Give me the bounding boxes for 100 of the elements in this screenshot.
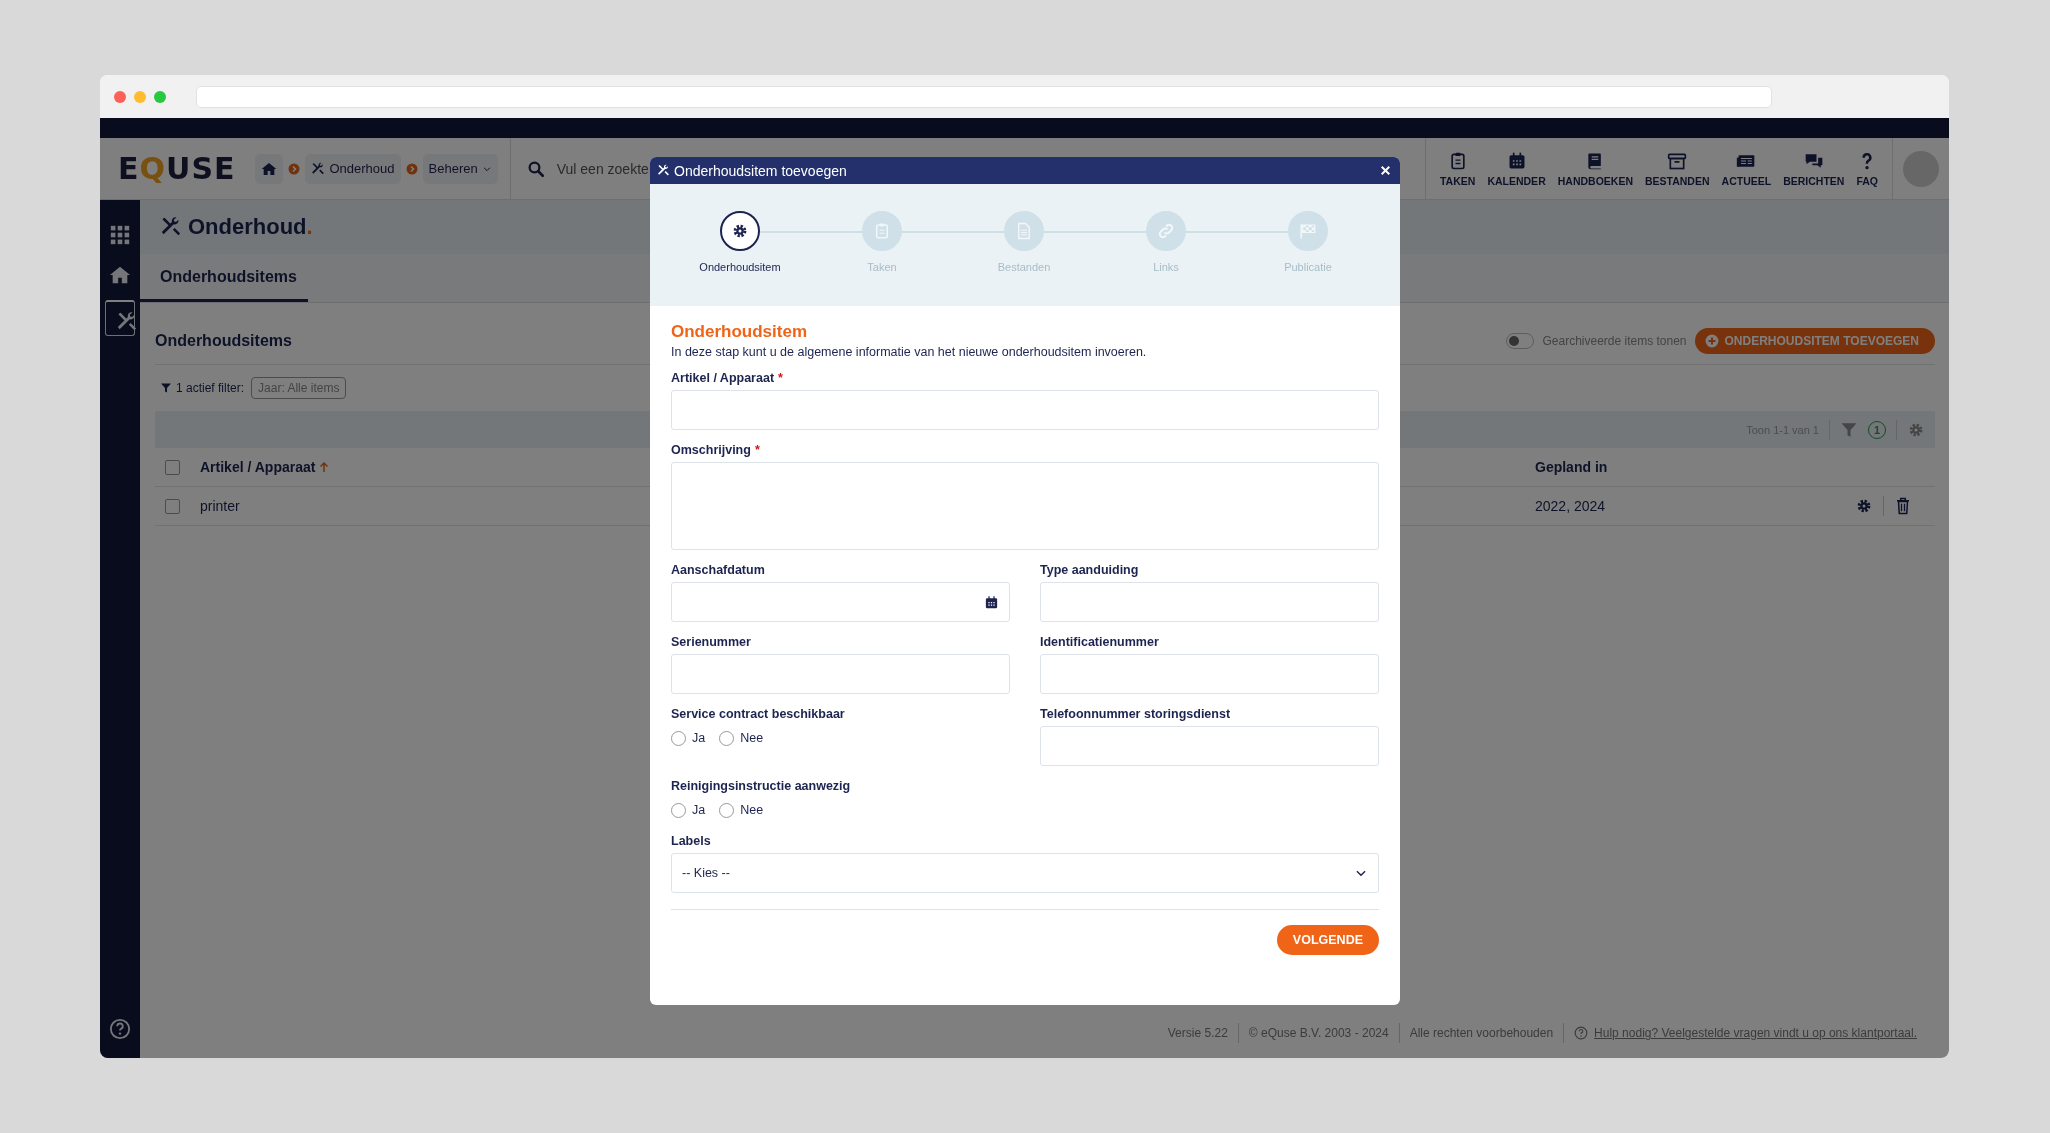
required-mark: *: [778, 371, 783, 385]
address-bar[interactable]: [196, 85, 1772, 108]
input-field[interactable]: [671, 390, 1379, 430]
step-label: Publicatie: [1284, 261, 1332, 273]
settings-button[interactable]: [1855, 497, 1873, 515]
tools-icon: [311, 161, 326, 176]
input-field[interactable]: [671, 654, 1010, 694]
tools-icon: [160, 216, 182, 238]
logo-text[interactable]: E: [118, 151, 140, 186]
search-field[interactable]: Vul een zoekte: [554, 159, 655, 178]
field-label: Labels: [671, 834, 711, 848]
checkbox[interactable]: [165, 498, 180, 514]
intro-text: In deze stap kunt u de algemene informatie van het nieuwe onderhoudsitem invoeren.: [671, 345, 1148, 359]
settings-icon: [731, 222, 749, 240]
dropdown-button[interactable]: Beheren: [422, 153, 498, 184]
field-label: Omschrijving: [671, 443, 751, 457]
select-field[interactable]: -- Kies --: [671, 853, 1379, 893]
field-label: Serienummer: [671, 635, 751, 649]
sidebar-item[interactable]: [105, 300, 135, 336]
add-button[interactable]: ONDERHOUDSITEM TOEVOEGEN: [1694, 327, 1935, 354]
clipboard-icon: [873, 222, 891, 240]
page-title: Onderhoud.: [188, 214, 313, 240]
table-cell: 2022, 2024: [1535, 498, 1606, 514]
home-icon: [109, 264, 131, 286]
help-icon: [109, 1018, 131, 1040]
window-control-icon[interactable]: [134, 90, 146, 103]
step-label: Bestanden: [997, 261, 1051, 273]
search-icon: [526, 159, 545, 178]
close-icon: [1379, 164, 1392, 177]
radio-button[interactable]: [671, 730, 686, 746]
radio-button[interactable]: [719, 802, 735, 818]
radio-button[interactable]: [719, 730, 735, 746]
filter-icon: [1840, 420, 1858, 439]
plus-circle-icon: [1704, 333, 1719, 348]
field-label: Service contract beschikbaar: [671, 707, 845, 721]
field-label: Reinigingsinstructie aanwezig: [671, 779, 851, 793]
field-label: Telefoonnummer storingsdienst: [1040, 707, 1231, 721]
copyright-text: © eQuse B.V. 2003 - 2024: [1248, 1026, 1389, 1040]
radio-label: Nee: [740, 731, 764, 745]
window-control-icon[interactable]: [154, 90, 166, 103]
radio-label: Ja: [692, 803, 706, 817]
nav-button[interactable]: ACTUEEL: [1715, 150, 1778, 187]
field-label: Identificatienummer: [1040, 635, 1159, 649]
trash-icon: [1894, 497, 1912, 515]
apps-grid-icon: [109, 224, 131, 246]
chevron-right-icon: [288, 162, 301, 175]
filter-icon: [160, 382, 172, 394]
window-control-icon[interactable]: [114, 90, 126, 103]
nav-button[interactable]: TAKEN: [1434, 150, 1482, 187]
settings-icon: [1855, 497, 1873, 515]
step-indicator[interactable]: [720, 211, 760, 251]
step-label: Taken: [867, 261, 897, 273]
filter-chip[interactable]: Jaar: Alle items: [251, 377, 347, 399]
nav-button[interactable]: HANDBOEKEN: [1551, 150, 1639, 187]
checkered-flag-icon: [1299, 222, 1317, 240]
logo-text[interactable]: USE: [166, 151, 236, 186]
next-button[interactable]: VOLGENDE: [1276, 925, 1379, 955]
filter-label: 1 actief filter:: [176, 381, 245, 395]
column-header[interactable]: Artikel / Apparaat: [200, 459, 316, 475]
nav-button[interactable]: KALENDER: [1481, 150, 1552, 187]
chevron-right-icon: [405, 162, 418, 175]
avatar-placeholder[interactable]: [1903, 150, 1939, 187]
nav-button[interactable]: BESTANDEN: [1639, 150, 1716, 187]
version-text: Versie 5.22: [1167, 1026, 1228, 1040]
input-field[interactable]: [1040, 726, 1379, 766]
field-label: Type aanduiding: [1040, 563, 1139, 577]
step-label: Onderhoudsitem: [699, 261, 781, 273]
delete-button[interactable]: [1894, 497, 1912, 515]
breadcrumb-button[interactable]: [255, 153, 284, 184]
field-label: Artikel / Apparaat: [671, 371, 775, 385]
column-header[interactable]: Gepland in: [1535, 459, 1608, 475]
radio-label: Nee: [740, 803, 764, 817]
tools-icon: [116, 310, 138, 333]
field-label: Aanschafdatum: [671, 563, 765, 577]
calendar-icon: [984, 594, 999, 610]
input-field[interactable]: [1040, 582, 1379, 622]
form-section-title: Onderhoudsitem: [671, 322, 808, 342]
nav-button[interactable]: FAQ: [1850, 150, 1884, 187]
input-field[interactable]: [1040, 654, 1379, 694]
dialog-title: Onderhoudsitem toevoegen: [674, 162, 848, 179]
required-mark: *: [754, 443, 760, 457]
document-icon: [1015, 222, 1033, 240]
home-icon: [261, 160, 278, 177]
nav-button[interactable]: BERICHTEN: [1777, 150, 1851, 187]
rights-text: Alle rechten voorbehouden: [1409, 1026, 1554, 1040]
tab[interactable]: Onderhoudsitems: [140, 254, 308, 302]
text-area[interactable]: [671, 462, 1379, 550]
step-label: Links: [1153, 261, 1179, 273]
link-icon: [1157, 222, 1175, 240]
date-field[interactable]: [671, 582, 1010, 622]
close-button[interactable]: [1379, 164, 1392, 177]
breadcrumb-link[interactable]: Onderhoud: [305, 153, 401, 184]
help-icon: [1574, 1026, 1589, 1040]
help-link[interactable]: Hulp nodig? Veelgestelde vragen vindt u op ons klantportaal.: [1594, 1026, 1917, 1040]
checkbox[interactable]: [165, 459, 180, 475]
table-cell: printer: [200, 498, 240, 514]
radio-label: Ja: [692, 731, 706, 745]
toggle-label: Gearchiveerde items tonen: [1542, 333, 1687, 348]
tools-icon: [657, 164, 670, 177]
radio-button[interactable]: [671, 802, 686, 818]
